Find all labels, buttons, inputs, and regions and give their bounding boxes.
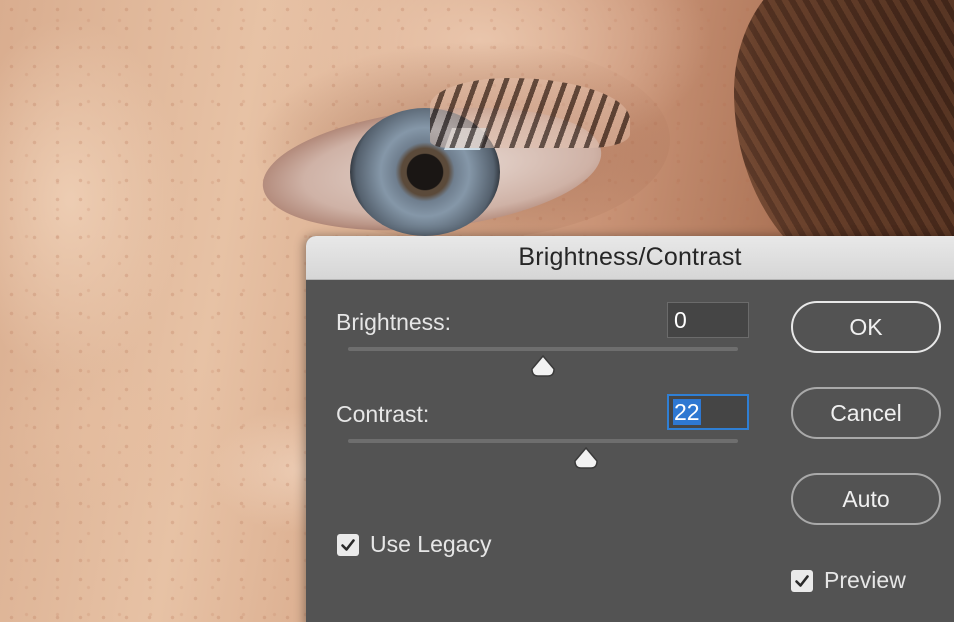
auto-button-label: Auto <box>842 485 890 512</box>
brightness-input[interactable]: 0 <box>667 302 749 338</box>
cancel-button[interactable]: Cancel <box>791 387 941 439</box>
use-legacy-option[interactable]: Use Legacy <box>337 531 491 558</box>
use-legacy-label: Use Legacy <box>370 531 492 557</box>
use-legacy-checkbox[interactable] <box>337 533 359 556</box>
brightness-slider-track[interactable] <box>348 347 738 351</box>
ok-button-label: OK <box>849 313 883 340</box>
contrast-label: Contrast: <box>336 401 430 427</box>
brightness-slider-thumb-icon[interactable] <box>530 354 556 378</box>
brightness-label: Brightness: <box>336 309 452 335</box>
brightness-contrast-dialog: Brightness/Contrast Brightness: 0 Contra… <box>306 236 954 622</box>
ok-button[interactable]: OK <box>791 301 941 353</box>
contrast-input[interactable]: 22 <box>667 394 749 430</box>
preview-label: Preview <box>824 567 906 593</box>
preview-checkbox[interactable] <box>791 569 813 592</box>
dialog-titlebar[interactable]: Brightness/Contrast <box>306 236 954 280</box>
cancel-button-label: Cancel <box>830 399 902 426</box>
contrast-slider-thumb-icon[interactable] <box>573 446 599 470</box>
photo-document-canvas: Brightness/Contrast Brightness: 0 Contra… <box>0 0 954 622</box>
dialog-title: Brightness/Contrast <box>518 243 742 271</box>
contrast-value: 22 <box>673 399 701 425</box>
brightness-value: 0 <box>674 306 687 333</box>
contrast-slider-track[interactable] <box>348 439 738 443</box>
checkmark-icon <box>795 574 809 587</box>
auto-button[interactable]: Auto <box>791 473 941 525</box>
preview-option[interactable]: Preview <box>791 567 906 594</box>
checkmark-icon <box>341 538 355 551</box>
